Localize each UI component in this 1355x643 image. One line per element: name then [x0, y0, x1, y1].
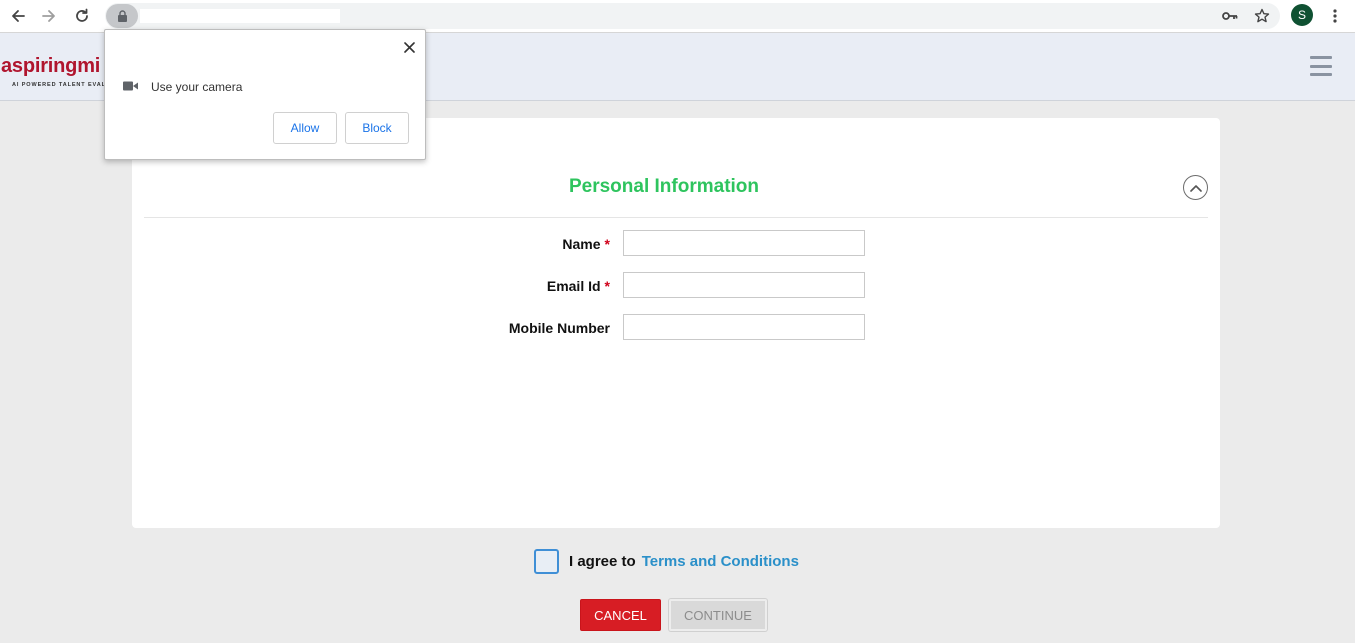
terms-agreement: I agree to Terms and Conditions	[534, 548, 799, 574]
logo-tagline: AI POWERED TALENT EVAL	[12, 82, 106, 88]
lock-icon	[117, 10, 127, 22]
profile-avatar[interactable]: S	[1291, 4, 1313, 26]
reload-icon[interactable]	[71, 5, 93, 27]
personal-info-card: Personal Information Name * Email Id * Mob…	[132, 118, 1220, 528]
required-asterisk: *	[604, 278, 610, 294]
mobile-label: Mobile Number	[508, 320, 610, 336]
address-bar[interactable]	[105, 3, 1280, 29]
name-label: Name *	[562, 236, 610, 252]
permission-message: Use your camera	[151, 80, 243, 94]
vertical-dots-icon[interactable]	[1325, 5, 1345, 27]
back-arrow-icon[interactable]	[7, 5, 29, 27]
name-row: Name *	[132, 230, 1220, 256]
site-info-button[interactable]	[106, 4, 138, 28]
url-text-redacted	[140, 9, 340, 23]
email-input[interactable]	[623, 272, 865, 298]
camera-permission-popup: Use your camera Allow Block	[104, 29, 426, 160]
video-camera-icon	[123, 80, 139, 92]
star-icon[interactable]	[1253, 7, 1271, 25]
email-row: Email Id *	[132, 272, 1220, 298]
close-icon[interactable]	[401, 39, 417, 55]
continue-button[interactable]: CONTINUE	[669, 599, 767, 631]
email-label: Email Id *	[546, 278, 610, 294]
key-icon[interactable]	[1221, 7, 1239, 25]
allow-button[interactable]: Allow	[273, 112, 337, 144]
mobile-input[interactable]	[623, 314, 865, 340]
site-logo[interactable]: aspiringmi AI POWERED TALENT EVAL	[0, 55, 110, 95]
forward-arrow-icon[interactable]	[38, 5, 60, 27]
name-input[interactable]	[623, 230, 865, 256]
terms-checkbox[interactable]	[534, 548, 559, 574]
avatar-initial: S	[1297, 8, 1306, 22]
terms-link[interactable]: Terms and Conditions	[642, 553, 799, 570]
section-divider	[144, 217, 1208, 218]
section-title: Personal Information	[568, 176, 760, 197]
collapse-section-button[interactable]	[1183, 175, 1208, 200]
mobile-row: Mobile Number	[132, 314, 1220, 340]
block-button[interactable]: Block	[345, 112, 409, 144]
logo-text: aspiringmi	[1, 55, 101, 77]
cancel-button[interactable]: CANCEL	[580, 599, 661, 631]
required-asterisk: *	[604, 236, 610, 252]
chevron-up-icon	[1189, 184, 1202, 192]
hamburger-icon[interactable]	[1310, 56, 1332, 76]
agree-text: I agree to	[569, 552, 636, 570]
